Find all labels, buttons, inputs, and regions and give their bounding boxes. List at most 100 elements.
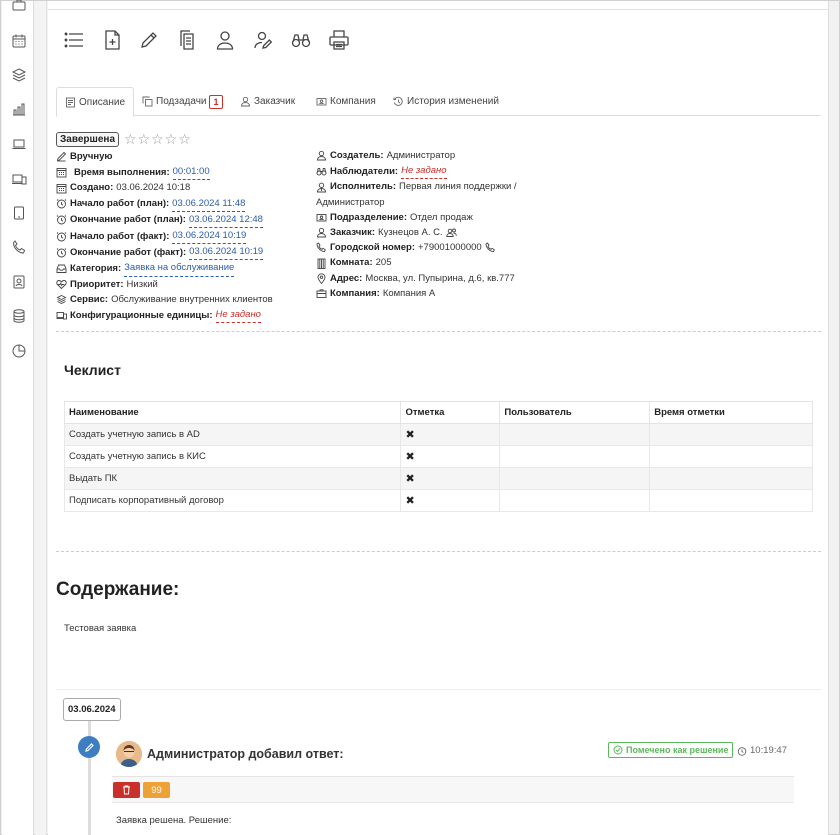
top-divider bbox=[48, 9, 828, 10]
field-customer: Заказчик: Кузнецов А. С. bbox=[316, 225, 566, 240]
section-divider bbox=[56, 551, 821, 552]
task-fields-right: Создатель: Администратор Наблюдатели: Не… bbox=[316, 148, 566, 301]
rating-stars[interactable]: ☆☆☆☆☆ bbox=[124, 131, 192, 148]
devices-icon[interactable] bbox=[11, 171, 27, 187]
user-icon[interactable] bbox=[214, 29, 236, 51]
observers-label: Наблюдатели: bbox=[330, 165, 399, 177]
laptop-icon[interactable] bbox=[11, 136, 27, 152]
customer-label: Заказчик: bbox=[330, 227, 376, 239]
clock-icon bbox=[56, 247, 67, 258]
user-tie-icon bbox=[316, 182, 327, 193]
category-label: Категория: bbox=[70, 262, 122, 274]
quote-button[interactable]: 99 bbox=[143, 782, 170, 798]
field-creator: Создатель: Администратор bbox=[316, 148, 566, 163]
briefcase-icon[interactable] bbox=[11, 0, 27, 13]
calendar-icon bbox=[56, 167, 67, 178]
user-icon bbox=[316, 227, 327, 238]
tab-label: История изменений bbox=[407, 96, 499, 107]
users-icon[interactable] bbox=[445, 227, 457, 238]
observers-value[interactable]: Не задано bbox=[401, 163, 447, 180]
item-time bbox=[649, 423, 813, 446]
contacts-icon[interactable] bbox=[11, 274, 27, 290]
layers-icon bbox=[56, 294, 67, 305]
left-sidebar bbox=[2, 0, 34, 835]
mark-toggle[interactable]: ✖ bbox=[405, 495, 414, 507]
plan-start-label: Начало работ (план): bbox=[70, 198, 170, 210]
table-row: Подписать корпоративный договор ✖ bbox=[63, 489, 813, 512]
pie-chart-icon[interactable] bbox=[11, 343, 27, 359]
calendar-icon[interactable] bbox=[11, 33, 27, 49]
executor-value-cont: Администратор bbox=[316, 196, 385, 208]
mark-toggle[interactable]: ✖ bbox=[405, 429, 414, 441]
field-created: Создано: 03.06.2024 10:18 bbox=[56, 180, 306, 195]
new-document-icon[interactable] bbox=[101, 29, 123, 51]
field-phone: Городской номер: +79001000000 bbox=[316, 240, 566, 255]
column-header: Наименование bbox=[63, 401, 402, 424]
comment-box: 99 Заявка решена. Решение: bbox=[112, 776, 794, 835]
fact-start-label: Начало работ (факт): bbox=[70, 230, 170, 242]
created-label: Создано: bbox=[70, 182, 114, 194]
printer-icon[interactable] bbox=[328, 29, 350, 51]
subtasks-count-badge: 1 bbox=[209, 94, 223, 109]
field-company: Компания: Компания А bbox=[316, 286, 566, 301]
field-executor: Исполнитель: Первая линия поддержки / bbox=[316, 179, 566, 194]
item-time bbox=[649, 445, 813, 468]
field-service: Сервис: Обслуживание внутренних клиентов bbox=[56, 292, 306, 307]
call-icon[interactable] bbox=[485, 242, 496, 253]
history-icon bbox=[393, 96, 404, 107]
comment-toolbar: 99 bbox=[112, 777, 794, 803]
config-items-label: Конфигурационные единицы: bbox=[70, 309, 213, 321]
status-badge: Завершена bbox=[56, 132, 120, 147]
plan-end-value[interactable]: 03.06.2024 12:48 bbox=[188, 212, 263, 229]
tab-subtasks[interactable]: Подзадачи 1 bbox=[134, 87, 231, 116]
check-circle-icon bbox=[613, 745, 623, 755]
plan-start-value[interactable]: 03.06.2024 11:48 bbox=[172, 196, 246, 212]
field-room: Комната: 205 bbox=[316, 255, 566, 270]
content-text: Тестовая заявка bbox=[64, 623, 137, 634]
pencil-icon[interactable] bbox=[138, 29, 160, 51]
map-marker-icon bbox=[316, 273, 327, 284]
user-edit-icon[interactable] bbox=[252, 29, 274, 51]
executor-value: Первая линия поддержки / bbox=[399, 181, 517, 193]
copy-icon[interactable] bbox=[176, 29, 198, 51]
solution-label: Помечено как решение bbox=[626, 745, 729, 755]
category-value[interactable]: Заявка на обслуживание bbox=[124, 260, 235, 277]
id-card-icon bbox=[316, 212, 327, 223]
item-name: Выдать ПК bbox=[63, 467, 402, 490]
field-address: Адрес: Москва, ул. Пупырина, д.6, кв.777 bbox=[316, 271, 566, 286]
layers-icon[interactable] bbox=[11, 67, 27, 83]
column-header: Время отметки bbox=[649, 401, 813, 424]
executor-label: Исполнитель: bbox=[330, 181, 397, 193]
fact-start-value[interactable]: 03.06.2024 10:19 bbox=[172, 228, 247, 245]
address-value: Москва, ул. Пупырина, д.6, кв.777 bbox=[365, 272, 515, 284]
comment-title: Администратор добавил ответ: bbox=[147, 747, 344, 761]
tablet-icon[interactable] bbox=[11, 205, 27, 221]
mark-toggle[interactable]: ✖ bbox=[405, 473, 414, 485]
tab-customer[interactable]: Заказчик bbox=[232, 87, 303, 116]
fact-end-label: Окончание работ (факт): bbox=[70, 246, 187, 258]
clock-icon bbox=[737, 746, 747, 756]
user-icon bbox=[240, 96, 251, 107]
exec-time-value[interactable]: 00:01:00 bbox=[172, 164, 210, 181]
list-icon[interactable] bbox=[63, 29, 85, 51]
database-icon[interactable] bbox=[11, 308, 27, 324]
item-user bbox=[499, 423, 651, 446]
tab-history[interactable]: История изменений bbox=[385, 87, 507, 116]
delete-button[interactable] bbox=[113, 782, 140, 798]
room-label: Комната: bbox=[330, 257, 373, 269]
trash-icon bbox=[123, 785, 130, 795]
tab-company[interactable]: Компания bbox=[308, 87, 384, 116]
main-panel: Описание Подзадачи 1 Заказчик Компания И… bbox=[48, 1, 829, 835]
binoculars-icon[interactable] bbox=[290, 29, 312, 51]
devices-icon bbox=[56, 310, 67, 321]
exec-time-label: Время выполнения: bbox=[74, 166, 170, 178]
solution-badge: Помечено как решение bbox=[608, 742, 734, 758]
tab-description[interactable]: Описание bbox=[56, 87, 135, 117]
phone-icon[interactable] bbox=[11, 239, 27, 255]
bar-chart-icon[interactable] bbox=[11, 101, 27, 117]
config-items-value[interactable]: Не задано bbox=[215, 307, 261, 324]
field-executor-cont: Администратор bbox=[316, 195, 566, 210]
fact-end-value[interactable]: 03.06.2024 10:19 bbox=[189, 244, 264, 261]
tab-label: Подзадачи bbox=[156, 96, 207, 107]
mark-toggle[interactable]: ✖ bbox=[405, 451, 414, 463]
